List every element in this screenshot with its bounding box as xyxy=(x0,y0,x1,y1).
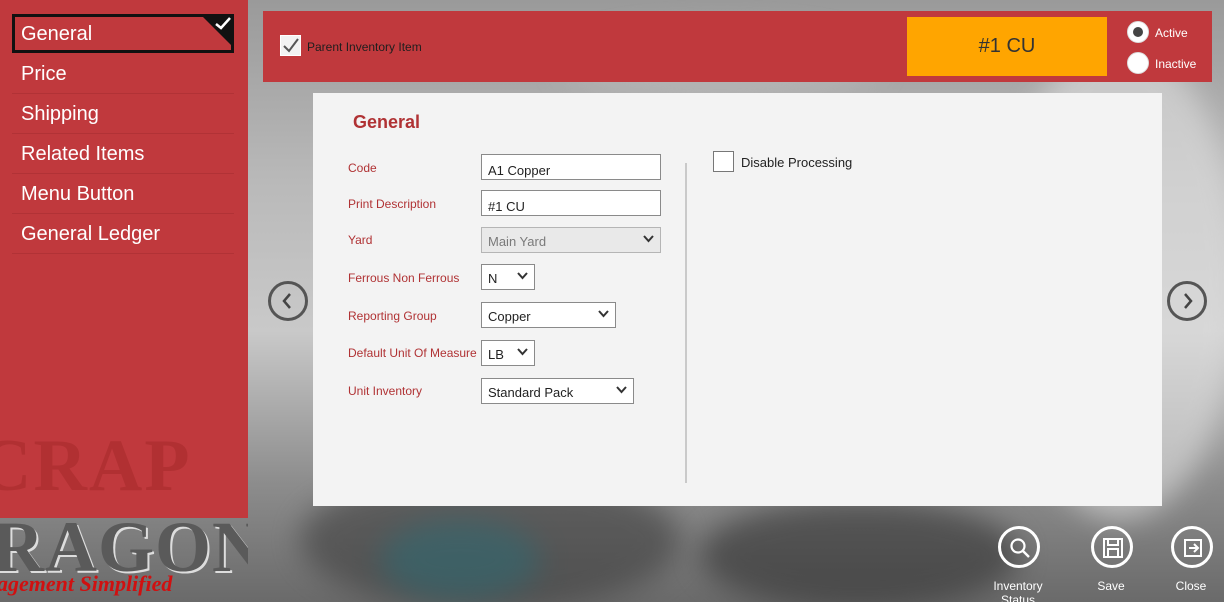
disable-processing-label: Disable Processing xyxy=(741,155,853,170)
yard-select[interactable]: Main Yard xyxy=(481,227,661,253)
parent-inventory-checkbox[interactable] xyxy=(280,35,301,56)
sidebar-item-menu-button[interactable]: Menu Button xyxy=(12,175,234,214)
exit-icon xyxy=(1171,526,1213,568)
search-icon xyxy=(998,526,1040,568)
ferrous-select-value: N xyxy=(488,271,498,286)
section-title: General xyxy=(353,112,421,132)
yard-label: Yard xyxy=(348,233,373,247)
sidebar-item-general-ledger[interactable]: General Ledger xyxy=(12,215,234,254)
sidebar-item-price[interactable]: Price xyxy=(12,55,234,94)
code-label: Code xyxy=(348,161,377,175)
ferrous-select[interactable]: N xyxy=(481,264,535,290)
inactive-radio-label: Inactive xyxy=(1155,57,1197,71)
sidebar-item-label: General Ledger xyxy=(21,223,160,245)
code-input[interactable] xyxy=(481,154,661,180)
sidebar-item-label: Shipping xyxy=(21,103,99,125)
close-label: Close xyxy=(1175,579,1207,593)
inventory-status-label: Inventory Status xyxy=(993,579,1043,602)
uom-select-value: LB xyxy=(488,347,504,362)
parent-inventory-label: Parent Inventory Item xyxy=(307,40,422,54)
unit-inventory-label: Unit Inventory xyxy=(348,384,423,398)
next-button[interactable] xyxy=(1167,281,1207,321)
unit-inventory-select[interactable]: Standard Pack xyxy=(481,378,634,404)
sidebar-item-label: Menu Button xyxy=(21,183,135,205)
sidebar-item-label: Price xyxy=(21,63,67,85)
checkmark-icon xyxy=(283,38,299,53)
print-description-label: Print Description xyxy=(348,197,437,211)
inactive-radio[interactable] xyxy=(1127,52,1149,74)
sidebar-item-general[interactable]: General xyxy=(12,14,234,53)
chevron-down-icon xyxy=(598,310,609,318)
sidebar-item-label: Related Items xyxy=(21,143,145,165)
chevron-down-icon xyxy=(517,348,528,356)
ferrous-label: Ferrous Non Ferrous xyxy=(348,271,460,285)
chevron-right-icon xyxy=(1184,293,1193,309)
active-radio[interactable] xyxy=(1127,21,1149,43)
unit-inventory-select-value: Standard Pack xyxy=(488,385,574,400)
active-radio-label: Active xyxy=(1155,26,1188,40)
sidebar-item-related-items[interactable]: Related Items xyxy=(12,135,234,174)
chevron-down-icon xyxy=(517,272,528,280)
print-description-input[interactable] xyxy=(481,190,661,216)
checkmark-icon xyxy=(200,14,234,48)
chevron-left-icon xyxy=(282,293,291,309)
sidebar-item-label: General xyxy=(21,23,93,45)
app-logo: CRAP RAGON agement Simplified xyxy=(0,410,248,602)
column-divider xyxy=(685,163,687,483)
sidebar-item-shipping[interactable]: Shipping xyxy=(12,95,234,134)
item-code-badge: #1 CU xyxy=(907,17,1107,76)
chevron-down-icon xyxy=(616,386,627,394)
yard-select-value: Main Yard xyxy=(488,234,547,249)
inventory-status-button[interactable]: Inventory Status xyxy=(978,526,1058,602)
logo-word-top: CRAP xyxy=(0,425,192,507)
logo-tagline: agement Simplified xyxy=(0,571,173,596)
save-button[interactable]: Save xyxy=(1071,526,1151,596)
uom-label: Default Unit Of Measure xyxy=(348,346,477,360)
reporting-group-label: Reporting Group xyxy=(348,309,437,323)
general-form-card: General Code Print Description Yard Main… xyxy=(313,93,1162,506)
save-label: Save xyxy=(1097,579,1125,593)
disable-processing-checkbox[interactable] xyxy=(713,151,734,172)
reporting-group-select[interactable]: Copper xyxy=(481,302,616,328)
reporting-group-select-value: Copper xyxy=(488,309,531,324)
chevron-down-icon xyxy=(643,235,654,243)
item-header: Parent Inventory Item #1 CU Active Inact… xyxy=(263,11,1212,82)
uom-select[interactable]: LB xyxy=(481,340,535,366)
save-icon xyxy=(1091,526,1133,568)
previous-button[interactable] xyxy=(268,281,308,321)
close-button[interactable]: Close xyxy=(1151,526,1224,596)
